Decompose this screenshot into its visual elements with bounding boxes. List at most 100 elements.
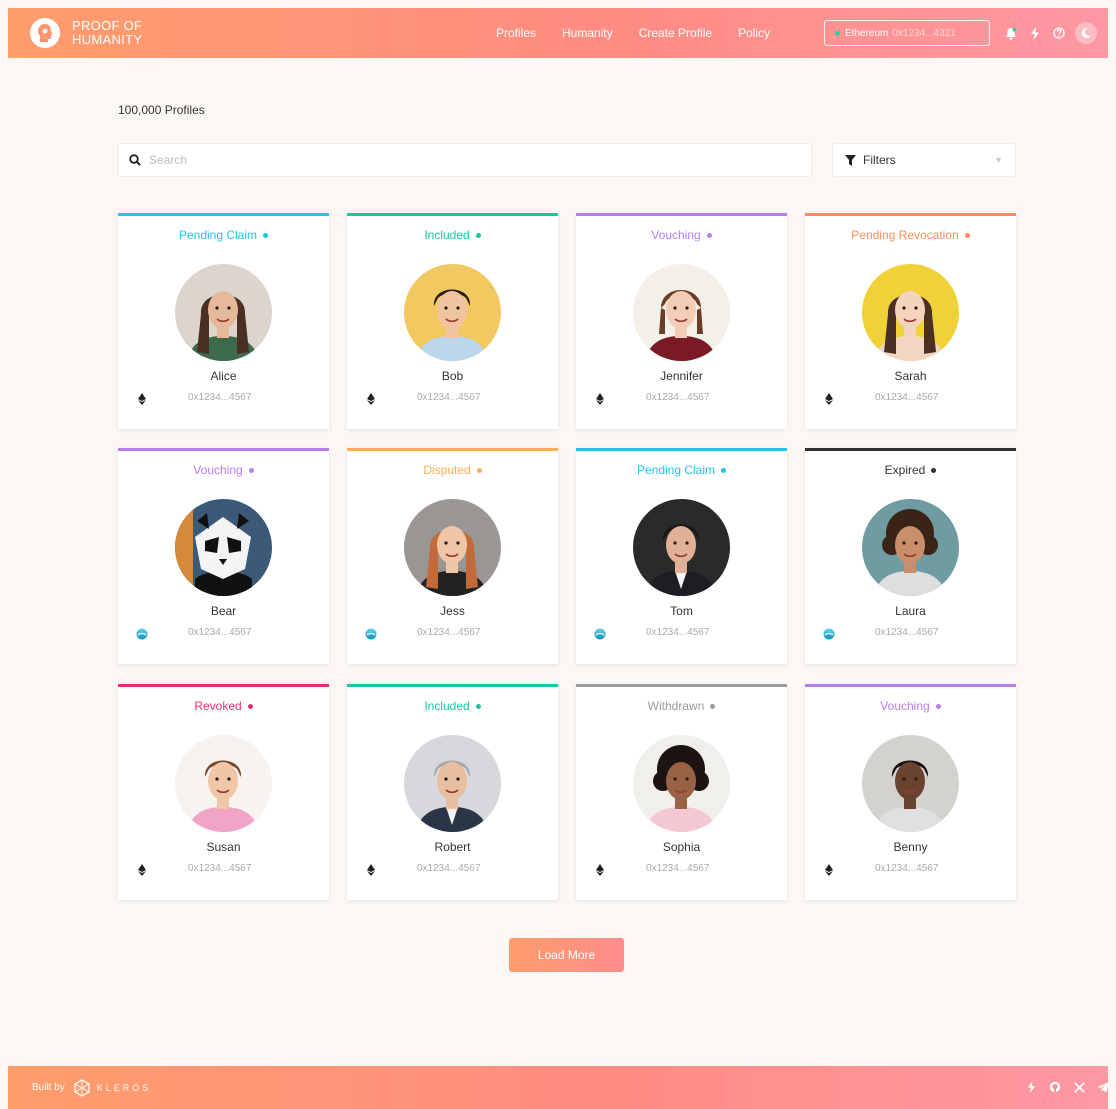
profile-status-label: Vouching [880, 699, 930, 713]
profile-name: Bob [441, 369, 464, 383]
profile-avatar [404, 499, 501, 596]
nav-policy[interactable]: Policy [738, 26, 770, 40]
wallet-button[interactable]: Ethereum 0x1234...4321 [824, 20, 990, 46]
ethereum-icon [825, 392, 835, 405]
filter-icon [845, 154, 856, 166]
profile-address: 0x1234...4567 [875, 627, 939, 638]
profile-avatar [175, 735, 272, 832]
kleros-logo-icon [74, 1078, 90, 1097]
built-by-kleros-link[interactable]: Built by KLEROS [32, 1078, 151, 1097]
profile-status: Pending Claim [576, 463, 787, 477]
profile-address: 0x1234...4567 [188, 863, 252, 874]
profile-name: Robert [434, 840, 471, 854]
profile-status: Included [347, 228, 558, 242]
search-input[interactable] [149, 153, 749, 167]
profile-card[interactable]: Vouching Jennifer 0x1234...4567 [576, 213, 787, 429]
nav-create-profile[interactable]: Create Profile [639, 26, 712, 40]
profile-card[interactable]: Disputed Jess 0x1234...4567 [347, 448, 558, 664]
ethereum-icon [367, 863, 377, 876]
bell-icon[interactable] [1003, 23, 1019, 43]
profile-card[interactable]: Included Robert 0x1234...4567 [347, 684, 558, 900]
profile-card[interactable]: Vouching Bear 0x1234...4567 [118, 448, 329, 664]
profile-name: Sophia [662, 840, 701, 854]
profile-card[interactable]: Pending Claim Alice 0x1234...4567 [118, 213, 329, 429]
ethereum-icon [596, 863, 606, 876]
search-bar[interactable] [118, 143, 812, 177]
profile-address: 0x1234...4567 [875, 392, 939, 403]
profile-card[interactable]: Revoked Susan 0x1234...4567 [118, 684, 329, 900]
profile-name: Benny [893, 840, 928, 854]
telegram-icon[interactable] [1095, 1078, 1111, 1096]
status-dot [475, 704, 481, 710]
profile-status-label: Disputed [423, 463, 471, 477]
help-icon[interactable] [1051, 23, 1067, 43]
profile-address: 0x1234...4567 [646, 627, 710, 638]
profile-status-label: Vouching [193, 463, 243, 477]
profile-address: 0x1234...4567 [417, 627, 481, 638]
moon-icon[interactable] [1075, 22, 1097, 44]
profile-name: Susan [206, 840, 241, 854]
profile-address: 0x1234...4567 [646, 863, 710, 874]
status-dot [721, 468, 727, 474]
profiles-count-number: 100,000 [118, 103, 162, 117]
lightning-icon[interactable] [1027, 23, 1043, 43]
profile-card[interactable]: Expired Laura 0x1234...4567 [805, 448, 1016, 664]
filters-label: Filters [863, 153, 896, 167]
brand-logo-link[interactable]: PROOF OF HUMANITY [30, 18, 142, 48]
profile-status: Revoked [118, 699, 329, 713]
profile-status-label: Expired [884, 463, 926, 477]
status-dot [706, 233, 712, 239]
profile-avatar [175, 499, 272, 596]
load-more-button[interactable]: Load More [509, 938, 624, 972]
filters-dropdown[interactable]: Filters ▼ [832, 143, 1016, 177]
profile-status-label: Vouching [651, 228, 701, 242]
status-dot [931, 468, 937, 474]
profile-avatar [633, 499, 730, 596]
lightning-icon[interactable] [1023, 1078, 1039, 1096]
profile-name: Laura [895, 604, 926, 618]
x-icon[interactable] [1071, 1078, 1087, 1096]
wallet-address: 0x1234...4321 [892, 27, 956, 39]
profile-card[interactable]: Pending Claim Tom 0x1234...4567 [576, 448, 787, 664]
profile-name: Tom [670, 604, 693, 618]
profile-avatar [862, 264, 959, 361]
profile-avatar [404, 735, 501, 832]
profile-status: Disputed [347, 463, 558, 477]
ethereum-icon [596, 392, 606, 405]
profile-status-label: Revoked [194, 699, 242, 713]
ethereum-icon [825, 863, 835, 876]
status-dot [935, 704, 941, 710]
profile-avatar [862, 735, 959, 832]
search-icon [129, 154, 141, 166]
profile-card[interactable]: Withdrawn Sophia 0x1234...4567 [576, 684, 787, 900]
profile-status: Expired [805, 463, 1016, 477]
profile-status-label: Included [424, 228, 470, 242]
profile-card[interactable]: Vouching Benny 0x1234...4567 [805, 684, 1016, 900]
profiles-count: 100,000 Profiles [118, 103, 205, 117]
brand-name-line2: HUMANITY [72, 32, 143, 47]
status-dot [964, 233, 970, 239]
profile-address: 0x1234...4567 [417, 392, 481, 403]
profile-avatar [175, 264, 272, 361]
ethereum-icon [138, 863, 148, 876]
nav-profiles[interactable]: Profiles [496, 26, 536, 40]
github-icon[interactable] [1047, 1078, 1063, 1096]
profile-status: Vouching [118, 463, 329, 477]
status-dot [475, 233, 481, 239]
profile-status-label: Pending Claim [178, 228, 258, 242]
status-dot [710, 704, 716, 710]
built-by-label: Built by [32, 1082, 65, 1093]
profile-avatar [404, 264, 501, 361]
profile-name: Bear [210, 604, 237, 618]
profile-status: Withdrawn [576, 699, 787, 713]
profile-address: 0x1234...4567 [646, 392, 710, 403]
profile-name: Sarah [894, 369, 927, 383]
profiles-count-label: Profiles [164, 103, 205, 117]
profile-card[interactable]: Included Bob 0x1234...4567 [347, 213, 558, 429]
proof-of-humanity-logo-icon [30, 18, 60, 48]
profile-status: Pending Claim [118, 228, 329, 242]
status-dot [247, 704, 253, 710]
profile-card[interactable]: Pending Revocation Sarah 0x1234...4567 [805, 213, 1016, 429]
nav-humanity[interactable]: Humanity [562, 26, 613, 40]
top-nav-bar: PROOF OF HUMANITY Profiles Humanity Crea… [8, 8, 1108, 58]
